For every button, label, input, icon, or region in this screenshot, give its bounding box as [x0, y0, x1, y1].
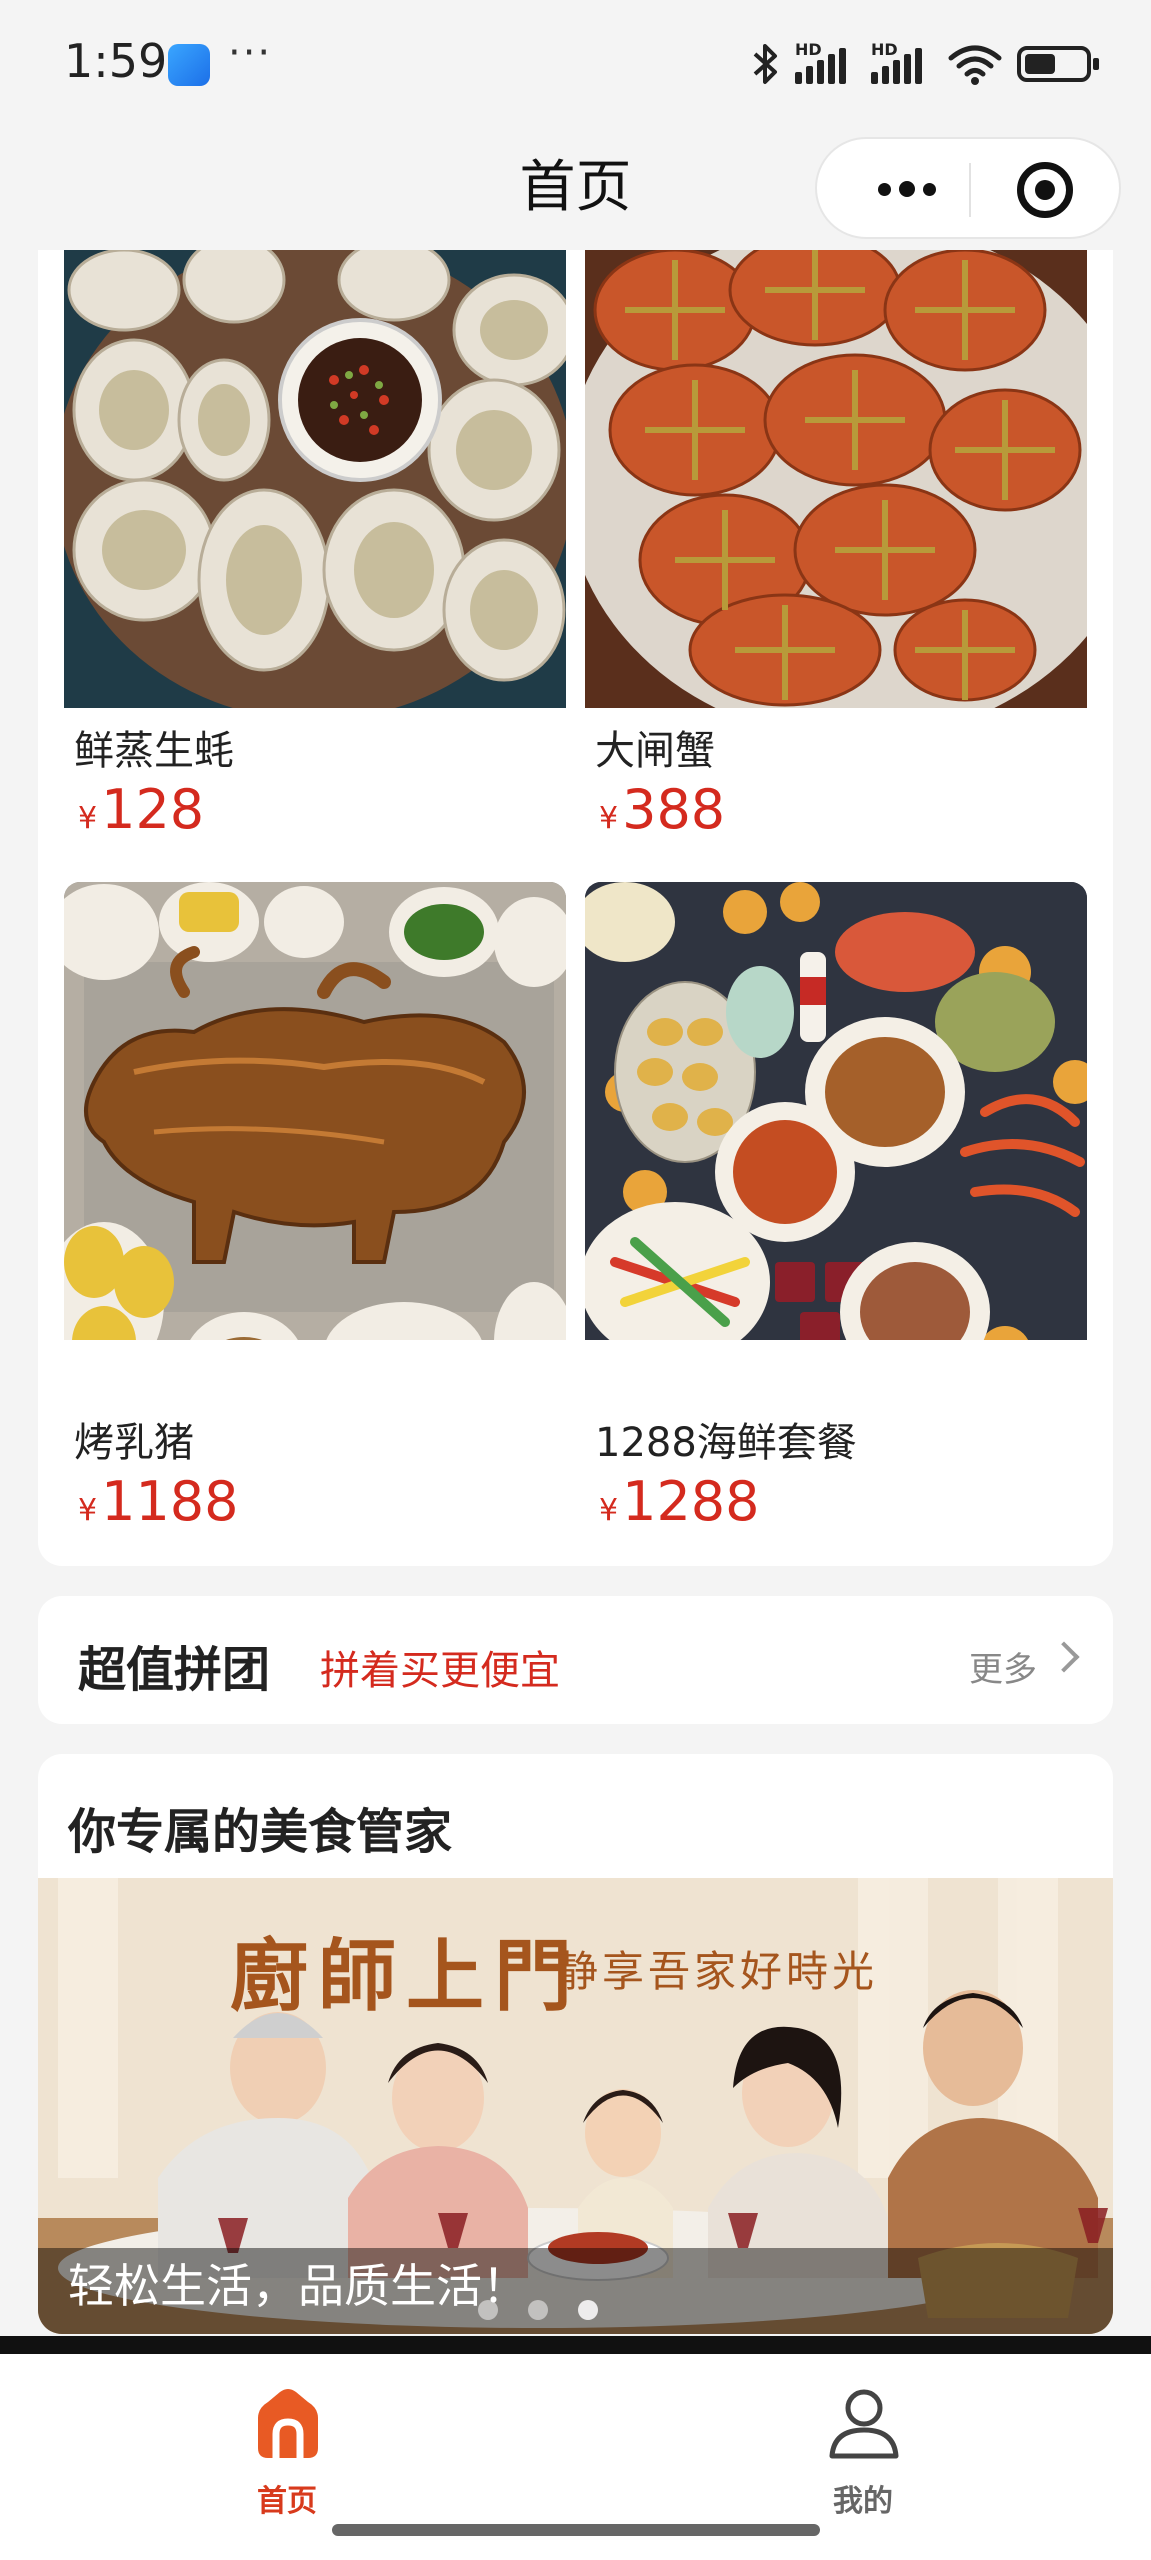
price-value: 388 [622, 778, 726, 841]
signal-icon: HD [795, 40, 857, 84]
signal-icon: HD [871, 40, 933, 84]
product-grid: 鲜蒸生蚝 ¥128 大闸蟹 ¥388 烤乳猪 ¥1188 1288海鲜套餐 ¥1… [38, 250, 1113, 1566]
capsule-divider [969, 163, 971, 217]
product-price: ¥1188 [78, 1470, 239, 1533]
product-name: 鲜蒸生蚝 [74, 728, 234, 774]
price-value: 1188 [101, 1470, 239, 1533]
banner-subheading: 静享吾家好時光 [556, 1947, 879, 1996]
currency-symbol: ¥ [78, 1493, 98, 1528]
group-buy-subtitle: 拼着买更便宜 [320, 1648, 560, 1694]
banner-heading: 廚師上門 [230, 1931, 583, 2022]
status-more-dots: ··· [228, 30, 273, 76]
oysters-photo [64, 250, 566, 708]
pagination-dot[interactable] [478, 2300, 498, 2320]
currency-symbol: ¥ [599, 1493, 619, 1528]
more-dots-icon[interactable] [857, 139, 957, 239]
currency-symbol: ¥ [599, 801, 619, 836]
hd-label: HD [871, 40, 898, 59]
status-icons: HD HD [751, 38, 1099, 90]
tab-me[interactable]: 我的 [763, 2370, 963, 2519]
bluetooth-icon [753, 44, 777, 84]
group-buy-more-link[interactable]: 更多 [969, 1642, 1037, 1691]
hd-label: HD [795, 40, 822, 59]
food-butler-title: 你专属的美食管家 [68, 1804, 453, 1860]
product-price: ¥128 [78, 778, 204, 841]
product-price: ¥388 [599, 778, 725, 841]
family-dinner-banner[interactable]: 廚師上門 静享吾家好時光 轻松生活，品质生活！ [38, 1878, 1113, 2334]
status-time: 1:59 [64, 34, 168, 88]
food-butler-section: 你专属的美食管家 廚師上門 静享吾家好時光 轻松生活，品质生活！ [38, 1754, 1113, 2334]
target-icon[interactable] [1017, 162, 1073, 218]
pagination-dot[interactable] [578, 2300, 598, 2320]
product-price: ¥1288 [599, 1470, 760, 1533]
currency-symbol: ¥ [78, 801, 98, 836]
divider-band [0, 2336, 1151, 2354]
tab-home[interactable]: 首页 [187, 2370, 387, 2519]
user-icon [829, 2389, 899, 2459]
tab-label: 我的 [833, 2484, 893, 2519]
blue-app-icon [168, 44, 210, 86]
roast-suckling-pig-photo [64, 882, 566, 1340]
product-card-roast-pig[interactable]: 烤乳猪 ¥1188 [64, 882, 566, 1533]
product-name: 1288海鲜套餐 [595, 1420, 857, 1466]
status-bar: 1:59 ··· HD HD [0, 0, 1151, 130]
price-value: 1288 [622, 1470, 760, 1533]
banner-pagination [478, 2300, 598, 2320]
home-icon [258, 2389, 318, 2458]
group-buy-section: 超值拼团 拼着买更便宜 更多 [38, 1596, 1113, 1724]
seafood-set-photo [585, 882, 1087, 1340]
mini-program-capsule [815, 137, 1121, 239]
product-card-oysters[interactable]: 鲜蒸生蚝 ¥128 [64, 250, 566, 841]
product-card-crabs[interactable]: 大闸蟹 ¥388 [585, 250, 1087, 841]
price-value: 128 [101, 778, 205, 841]
wifi-icon [948, 45, 1002, 85]
home-indicator[interactable] [332, 2524, 820, 2536]
product-name: 烤乳猪 [74, 1420, 194, 1466]
banner-caption: 轻松生活，品质生活！ [68, 2259, 528, 2313]
product-card-seafood-set[interactable]: 1288海鲜套餐 ¥1288 [585, 882, 1087, 1533]
battery-icon [1017, 46, 1099, 82]
pagination-dot[interactable] [528, 2300, 548, 2320]
hairy-crabs-photo [585, 250, 1087, 708]
group-buy-title: 超值拼团 [78, 1642, 271, 1698]
tab-label: 首页 [257, 2484, 317, 2519]
chevron-right-icon[interactable] [1048, 1641, 1080, 1673]
product-name: 大闸蟹 [595, 728, 715, 774]
